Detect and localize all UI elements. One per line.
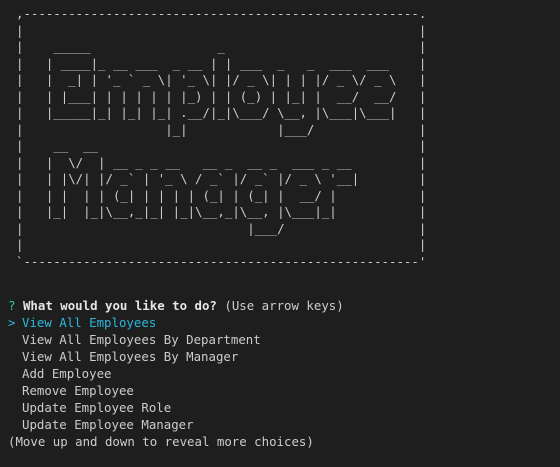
- terminal-window: ,---------------------------------------…: [0, 0, 560, 467]
- choice-item[interactable]: Add Employee: [8, 365, 261, 382]
- choice-label: View All Employees By Manager: [22, 349, 239, 364]
- pointer-icon: >: [8, 315, 16, 330]
- choice-label: View All Employees By Department: [22, 332, 261, 347]
- choice-item[interactable]: Update Employee Role: [8, 399, 261, 416]
- question-mark-icon: ?: [8, 298, 16, 313]
- employee-manager-ascii-banner: ,---------------------------------------…: [16, 6, 427, 269]
- choice-label: Update Employee Role: [22, 400, 172, 415]
- choice-label: Remove Employee: [22, 383, 134, 398]
- choice-label: Update Employee Manager: [22, 417, 194, 432]
- choice-item[interactable]: Remove Employee: [8, 382, 261, 399]
- choice-label: View All Employees: [22, 315, 157, 330]
- choice-item[interactable]: > View All Employees: [8, 314, 261, 331]
- choice-item[interactable]: View All Employees By Manager: [8, 348, 261, 365]
- choice-list: > View All Employees View All Employees B…: [8, 314, 261, 433]
- more-choices-hint: (Move up and down to reveal more choices…: [8, 434, 314, 449]
- inquirer-prompt: ? What would you like to do? (Use arrow …: [8, 297, 344, 314]
- choice-label: Add Employee: [22, 366, 112, 381]
- choice-item[interactable]: Update Employee Manager: [8, 416, 261, 433]
- prompt-hint: (Use arrow keys): [224, 298, 344, 313]
- prompt-question: What would you like to do?: [22, 298, 217, 313]
- choice-item[interactable]: View All Employees By Department: [8, 331, 261, 348]
